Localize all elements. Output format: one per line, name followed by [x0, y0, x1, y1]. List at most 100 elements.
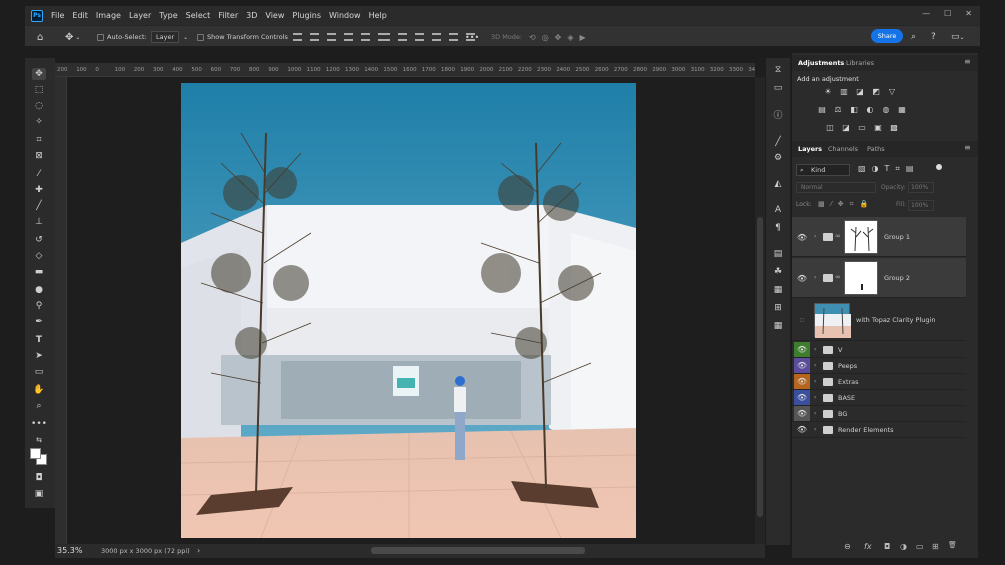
menu-edit[interactable]: Edit [72, 11, 88, 20]
expand-chevron-icon[interactable]: › [814, 362, 816, 369]
character-panel-icon[interactable]: A [771, 204, 785, 216]
brushes-panel-icon[interactable]: ╱ [771, 136, 785, 148]
brush-tool-icon[interactable]: ╱ [32, 200, 46, 212]
color-lookup-icon[interactable]: ▦ [897, 105, 907, 114]
minimize-button[interactable]: — [922, 9, 930, 18]
quick-mask-icon[interactable]: ◘ [32, 472, 46, 484]
layer-row-peeps[interactable]: 👁 › Peeps [792, 358, 966, 374]
layer-row-group-2[interactable]: 👁 › ∞ Group 2 [792, 258, 966, 298]
align-middle-icon[interactable] [361, 33, 370, 41]
distribute-right-icon[interactable] [415, 33, 424, 41]
zoom-level[interactable]: 35.3% [57, 546, 82, 555]
path-selection-icon[interactable]: ➤ [32, 350, 46, 362]
frame-tool-icon[interactable]: ⊠ [32, 150, 46, 162]
menu-image[interactable]: Image [96, 11, 121, 20]
document-image[interactable] [181, 83, 636, 538]
gradient-map-icon[interactable]: ▩ [889, 123, 899, 132]
expand-chevron-icon[interactable]: › [814, 426, 816, 433]
layer-name[interactable]: BASE [838, 394, 855, 402]
screen-mode-icon[interactable]: ▣ [32, 488, 46, 500]
add-mask-icon[interactable]: ◘ [884, 542, 890, 551]
layer-filter-icons[interactable]: ▧◑T⌗▤ [858, 164, 920, 174]
pen-tool-icon[interactable]: ✒ [32, 316, 46, 328]
rectangle-tool-icon[interactable]: ▭ [32, 366, 46, 378]
invert-icon[interactable]: ◫ [825, 123, 835, 132]
photo-filter-icon[interactable]: ◐ [865, 105, 875, 114]
share-button[interactable]: Share [871, 29, 903, 43]
expand-chevron-icon[interactable]: › [814, 346, 816, 353]
expand-chevron-icon[interactable]: › [814, 378, 816, 385]
layer-row-extras[interactable]: 👁 › Extras [792, 374, 966, 390]
visibility-eye-icon[interactable]: 👁 [794, 358, 810, 373]
dodge-tool-icon[interactable]: ⚲ [32, 300, 46, 312]
horizontal-scroll-thumb[interactable] [371, 547, 585, 554]
foreground-color-swatch[interactable] [30, 448, 41, 459]
vertical-ruler[interactable] [55, 77, 67, 544]
blend-mode-dropdown[interactable]: Normal [796, 182, 876, 193]
eyedropper-icon[interactable]: ⁄ [32, 168, 46, 180]
fill-input[interactable]: 100% [908, 200, 934, 211]
vertical-scrollbar[interactable] [755, 77, 765, 544]
show-transform-checkbox[interactable] [197, 33, 204, 41]
adjust-panel-icon[interactable]: ⚙ [771, 152, 785, 164]
distribute-left-icon[interactable] [381, 33, 390, 41]
tab-layers[interactable]: Layers [798, 145, 822, 153]
menu-filter[interactable]: Filter [218, 11, 238, 20]
link-layers-icon[interactable]: ⊖ [844, 542, 851, 551]
comments-panel-icon[interactable]: ▭ [771, 82, 785, 94]
layers-menu-icon[interactable]: ≡ [964, 143, 971, 152]
zoom-tool-icon[interactable]: ⌕ [32, 400, 46, 412]
posterize-icon[interactable]: ◪ [841, 123, 851, 132]
hand-tool-icon[interactable]: ✋ [32, 384, 46, 396]
menu-view[interactable]: View [265, 11, 284, 20]
type-tool-icon[interactable]: T [32, 334, 46, 346]
lasso-tool-icon[interactable]: ◌ [32, 100, 46, 112]
align-icons[interactable] [293, 31, 395, 43]
layer-name[interactable]: with Topaz Clarity Plugin [856, 316, 935, 324]
layer-row-group-1[interactable]: 👁 › ∞ Group 1 [792, 217, 966, 257]
tab-adjustments[interactable]: Adjustments [798, 59, 844, 67]
layer-name[interactable]: Render Elements [838, 426, 894, 434]
layer-name[interactable]: Peeps [838, 362, 857, 370]
3d-mode-icons[interactable]: ⟲◎✥◈▶ [529, 31, 592, 43]
menu-plugins[interactable]: Plugins [292, 11, 321, 20]
visibility-eye-icon[interactable]: 👁 [794, 406, 810, 421]
paragraph-panel-icon[interactable]: ¶ [771, 222, 785, 234]
edit-toolbar-icon[interactable]: ••• [31, 418, 47, 430]
move-tool-icon[interactable]: ✥ ⌄ [65, 31, 80, 43]
status-arrow[interactable]: › [197, 546, 200, 555]
layer-filter-dropdown[interactable]: ⌕ Kind [796, 164, 850, 176]
visibility-eye-icon[interactable]: 👁 [794, 271, 810, 286]
vertical-scroll-thumb[interactable] [757, 217, 763, 517]
filter-toggle-icon[interactable] [936, 164, 942, 170]
menu-layer[interactable]: Layer [129, 11, 151, 20]
layer-thumbnail[interactable] [814, 303, 851, 338]
swap-colors-icon[interactable]: ⇆ [32, 434, 46, 446]
tab-paths[interactable]: Paths [867, 145, 885, 153]
libraries-panel-icon[interactable]: ▤ [771, 248, 785, 260]
layer-name[interactable]: Extras [838, 378, 859, 386]
distribute-top-icon[interactable] [432, 33, 441, 41]
clone-stamp-icon[interactable]: ⊥ [32, 216, 46, 228]
new-group-icon[interactable]: ▭ [916, 542, 924, 551]
history-brush-icon[interactable]: ↺ [32, 234, 46, 246]
panel-menu-icon[interactable]: ≡ [964, 57, 971, 66]
info-panel-icon[interactable]: ⓘ [771, 108, 785, 121]
layer-row-v[interactable]: 👁 › V [792, 342, 966, 358]
auto-select-dropdown[interactable]: Layer [151, 31, 180, 43]
tab-libraries[interactable]: Libraries [846, 59, 874, 67]
color-balance-icon[interactable]: ⚖ [833, 105, 843, 114]
help-icon[interactable]: ? [931, 31, 936, 43]
expand-chevron-icon[interactable]: › [814, 233, 816, 240]
workspace-icon[interactable]: ▭ ⌄ [951, 31, 965, 43]
search-icon[interactable]: ⌕ [911, 31, 916, 43]
layer-row-bg[interactable]: 👁 › BG [792, 406, 966, 422]
expand-chevron-icon[interactable]: › [814, 394, 816, 401]
menu-3d[interactable]: 3D [246, 11, 257, 20]
auto-select-checkbox[interactable] [97, 33, 104, 41]
threshold-icon[interactable]: ▭ [857, 123, 867, 132]
healing-brush-icon[interactable]: ✚ [32, 184, 46, 196]
layer-name[interactable]: V [838, 346, 842, 354]
black-white-icon[interactable]: ◧ [849, 105, 859, 114]
eraser-icon[interactable]: ◇ [32, 250, 46, 262]
